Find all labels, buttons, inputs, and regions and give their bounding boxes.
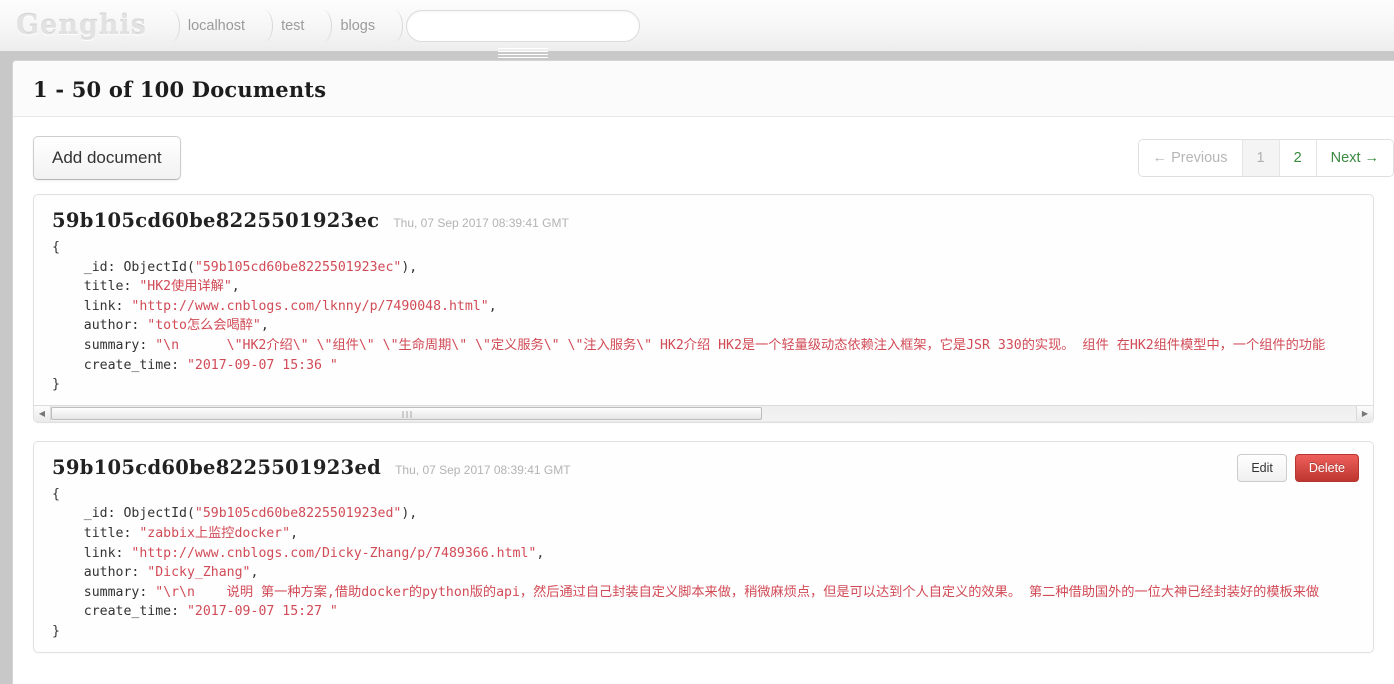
breadcrumb-item-localhost[interactable]: localhost	[179, 18, 254, 34]
top-bar: Genghis localhost test blogs	[0, 0, 1394, 58]
json-key: title:	[52, 279, 140, 295]
breadcrumb-item-test[interactable]: test	[272, 18, 313, 34]
json-string: "\r\n 说明 第一种方案,借助docker的python版的api，然后通过…	[155, 584, 1320, 600]
scrollbar-track[interactable]	[50, 406, 1357, 422]
pagination: ← Previous 1 2 Next →	[1137, 138, 1394, 178]
json-string: "2017-09-07 15:36 "	[186, 357, 338, 373]
json-key: create_time:	[52, 357, 187, 373]
search-container	[406, 9, 641, 58]
json-key: link:	[52, 545, 132, 561]
edit-button[interactable]: Edit	[1237, 453, 1287, 482]
json-key: }	[52, 377, 60, 393]
document-card: 59b105cd60be8225501923ed Thu, 07 Sep 2017…	[33, 440, 1374, 653]
document-list: 59b105cd60be8225501923ec Thu, 07 Sep 2017…	[13, 194, 1394, 653]
json-string: "Dicky_Zhang"	[147, 565, 251, 581]
breadcrumb-separator-icon	[161, 6, 180, 46]
document-timestamp: Thu, 07 Sep 2017 08:39:41 GMT	[395, 462, 571, 477]
document-actions: Edit Delete	[1237, 453, 1359, 482]
pagination-page-1: 1	[1242, 139, 1280, 177]
json-string: "zabbix上监控docker"	[139, 525, 291, 541]
content-panel: 1 - 50 of 100 Documents Add document ← P…	[12, 60, 1394, 684]
json-string: "59b105cd60be8225501923ec"	[194, 259, 402, 275]
json-string: "59b105cd60be8225501923ed"	[194, 506, 402, 522]
json-key: summary:	[52, 584, 156, 600]
document-id[interactable]: 59b105cd60be8225501923ec	[52, 209, 379, 232]
document-json: { _id: ObjectId("59b105cd60be8225501923e…	[34, 236, 1373, 405]
app-logo[interactable]: Genghis	[14, 10, 147, 41]
json-key: ),	[401, 259, 418, 275]
json-key: _id: ObjectId(	[52, 259, 195, 275]
pagination-next[interactable]: Next →	[1316, 139, 1393, 177]
document-card: 59b105cd60be8225501923ec Thu, 07 Sep 2017…	[33, 194, 1374, 423]
pagination-page-2[interactable]: 2	[1279, 139, 1317, 177]
json-key: create_time:	[52, 604, 187, 620]
breadcrumb: localhost test blogs	[161, 0, 641, 58]
json-string: "\n \"HK2介绍\" \"组件\" \"生命周期\" \"定义服务\" \…	[155, 337, 1326, 353]
json-content: { _id: ObjectId("59b105cd60be8225501923e…	[52, 238, 1373, 405]
scroll-right-arrow-icon[interactable]: ▶	[1357, 405, 1373, 422]
json-key: ,	[290, 525, 299, 541]
breadcrumb-separator-icon	[384, 6, 404, 46]
add-document-button[interactable]: Add document	[33, 136, 181, 180]
json-key: link:	[52, 298, 132, 314]
json-key: _id: ObjectId(	[52, 506, 195, 522]
json-key: ,	[260, 318, 269, 334]
json-key: ),	[401, 506, 418, 522]
scrollbar-thumb[interactable]	[51, 407, 763, 421]
json-string: "toto怎么会喝醉"	[147, 318, 261, 334]
json-key: ,	[536, 545, 545, 561]
json-key: ,	[231, 279, 240, 295]
toolbar: Add document ← Previous 1 2 Next →	[13, 117, 1394, 194]
document-json: { _id: ObjectId("59b105cd60be8225501923e…	[34, 483, 1373, 652]
json-key: }	[52, 623, 60, 639]
document-header: 59b105cd60be8225501923ed Thu, 07 Sep 2017…	[34, 442, 1373, 483]
breadcrumb-separator-icon	[254, 6, 274, 46]
json-string: "2017-09-07 15:27 "	[186, 604, 338, 620]
json-key: {	[52, 486, 60, 502]
horizontal-scrollbar[interactable]: ◀ ▶	[34, 404, 1373, 422]
json-string: "http://www.cnblogs.com/lknny/p/7490048.…	[131, 298, 489, 314]
breadcrumb-item-blogs[interactable]: blogs	[331, 18, 384, 34]
page-header: 1 - 50 of 100 Documents	[13, 61, 1394, 117]
document-id[interactable]: 59b105cd60be8225501923ed	[52, 456, 381, 479]
delete-button[interactable]: Delete	[1294, 453, 1359, 482]
document-header: 59b105cd60be8225501923ec Thu, 07 Sep 2017…	[34, 195, 1373, 236]
json-key: summary:	[52, 337, 156, 353]
pagination-previous: ← Previous	[1138, 139, 1243, 177]
json-key: ,	[488, 298, 497, 314]
json-key: title:	[52, 525, 140, 541]
search-input[interactable]	[406, 9, 641, 42]
resize-grip-icon[interactable]	[498, 46, 549, 58]
document-timestamp: Thu, 07 Sep 2017 08:39:41 GMT	[393, 216, 569, 230]
json-key: {	[52, 240, 60, 255]
page-title: 1 - 50 of 100 Documents	[33, 77, 327, 102]
json-string: "HK2使用详解"	[139, 279, 232, 295]
breadcrumb-separator-icon	[313, 6, 333, 46]
json-key: ,	[250, 565, 259, 581]
json-key: author:	[52, 565, 148, 581]
json-string: "http://www.cnblogs.com/Dicky-Zhang/p/74…	[131, 545, 537, 561]
json-content: { _id: ObjectId("59b105cd60be8225501923e…	[52, 485, 1373, 652]
scroll-left-arrow-icon[interactable]: ◀	[34, 405, 50, 422]
json-key: author:	[52, 318, 148, 334]
